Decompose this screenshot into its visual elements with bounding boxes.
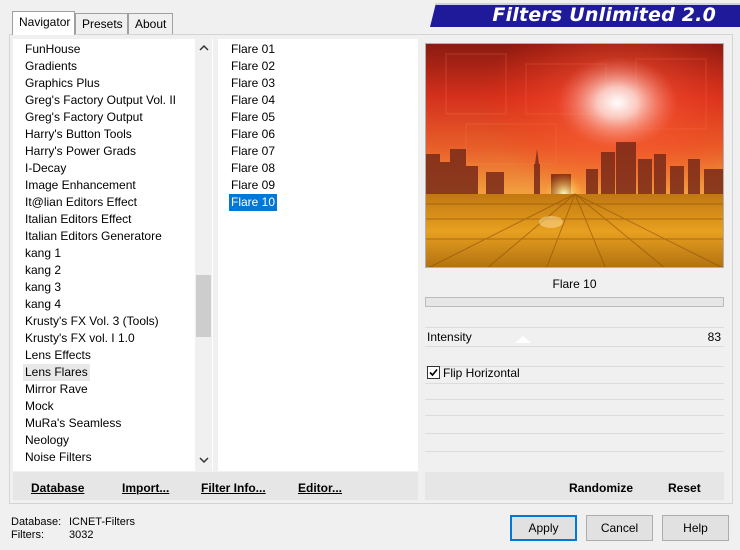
- reset-button[interactable]: Reset: [668, 481, 701, 495]
- category-item[interactable]: Greg's Factory Output: [23, 109, 145, 126]
- tab-presets[interactable]: Presets: [75, 13, 128, 34]
- filter-item[interactable]: Flare 08: [229, 160, 277, 177]
- filter-list[interactable]: Flare 01 Flare 02 Flare 03 Flare 04 Flare 05…: [218, 39, 418, 471]
- category-item[interactable]: Krusty's FX Vol. 3 (Tools): [23, 313, 161, 330]
- preview-image: [425, 43, 724, 268]
- category-item[interactable]: Lens Effects: [23, 347, 93, 364]
- row-divider: [425, 451, 724, 452]
- param-row-blank: [425, 308, 724, 328]
- category-item[interactable]: Italian Editors Effect: [23, 211, 134, 228]
- chevron-up-icon: [198, 44, 209, 51]
- flip-horizontal-checkbox[interactable]: [427, 366, 440, 379]
- category-item[interactable]: Harry's Power Grads: [23, 143, 138, 160]
- category-item[interactable]: I-Decay: [23, 160, 68, 177]
- category-item[interactable]: Noise Filters: [23, 449, 94, 466]
- category-item[interactable]: Neology: [23, 432, 71, 449]
- category-item[interactable]: Mock: [23, 398, 56, 415]
- category-item[interactable]: FunHouse: [23, 41, 82, 58]
- flip-horizontal-label[interactable]: Flip Horizontal: [443, 366, 520, 380]
- chevron-down-icon: [198, 457, 209, 464]
- filter-item[interactable]: Flare 06: [229, 126, 277, 143]
- filter-item[interactable]: Flare 02: [229, 58, 277, 75]
- scroll-up-button[interactable]: [195, 41, 212, 58]
- category-item[interactable]: Graphics Plus: [23, 75, 102, 92]
- tab-about[interactable]: About: [128, 13, 173, 34]
- category-item[interactable]: Italian Editors Generatore: [23, 228, 164, 245]
- filter-name-label: Flare 10: [425, 273, 724, 296]
- filter-item[interactable]: Flare 07: [229, 143, 277, 160]
- randomize-button[interactable]: Randomize: [569, 481, 633, 495]
- category-item[interactable]: Krusty's FX vol. I 1.0: [23, 330, 137, 347]
- intensity-row[interactable]: Intensity 83: [425, 327, 724, 347]
- category-item[interactable]: Mirror Rave: [23, 381, 90, 398]
- database-button[interactable]: Database: [31, 481, 84, 495]
- database-value: ICNET-Filters: [69, 516, 135, 528]
- category-item-partial[interactable]: [23, 466, 27, 471]
- filter-item[interactable]: Flare 10: [229, 194, 278, 211]
- param-row-blank: [425, 347, 724, 367]
- help-button[interactable]: Help: [662, 515, 729, 541]
- filter-item[interactable]: Flare 04: [229, 92, 277, 109]
- scroll-down-button[interactable]: [195, 453, 212, 470]
- category-item[interactable]: Harry's Button Tools: [23, 126, 134, 143]
- category-item[interactable]: Image Enhancement: [23, 177, 138, 194]
- import-button[interactable]: Import...: [122, 481, 169, 495]
- filter-item[interactable]: Flare 03: [229, 75, 277, 92]
- category-item[interactable]: kang 3: [23, 279, 63, 296]
- filter-item[interactable]: Flare 05: [229, 109, 277, 126]
- app-title: Filters Unlimited 2.0: [492, 4, 716, 26]
- tab-navigator[interactable]: Navigator: [12, 11, 75, 35]
- check-icon: [429, 368, 438, 377]
- category-item[interactable]: MuRa's Seamless: [23, 415, 123, 432]
- category-item[interactable]: kang 4: [23, 296, 63, 313]
- database-label: Database:: [11, 516, 62, 528]
- intensity-value: 83: [707, 330, 721, 344]
- category-list[interactable]: FunHouse Gradients Graphics Plus Greg's Fac…: [13, 39, 213, 471]
- scroll-thumb[interactable]: [196, 275, 211, 337]
- filter-info-button[interactable]: Filter Info...: [201, 481, 266, 495]
- row-divider: [425, 415, 724, 416]
- category-item[interactable]: Gradients: [23, 58, 79, 75]
- cancel-button[interactable]: Cancel: [586, 515, 653, 541]
- apply-button[interactable]: Apply: [510, 515, 577, 541]
- row-divider: [425, 383, 724, 384]
- category-item[interactable]: kang 2: [23, 262, 63, 279]
- filter-item[interactable]: Flare 01: [229, 41, 277, 58]
- row-divider: [425, 399, 724, 400]
- progress-track: [425, 297, 724, 307]
- filters-count-value: 3032: [69, 529, 94, 541]
- filter-item[interactable]: Flare 09: [229, 177, 277, 194]
- editor-button[interactable]: Editor...: [298, 481, 342, 495]
- row-divider: [425, 433, 724, 434]
- intensity-slider-handle[interactable]: [515, 336, 531, 343]
- category-item[interactable]: It@lian Editors Effect: [23, 194, 139, 211]
- intensity-label: Intensity: [427, 330, 472, 344]
- category-item[interactable]: Greg's Factory Output Vol. II: [23, 92, 178, 109]
- filters-count-label: Filters:: [11, 529, 44, 541]
- category-scrollbar[interactable]: [195, 39, 212, 471]
- category-item[interactable]: Lens Flares: [23, 364, 90, 381]
- category-item[interactable]: kang 1: [23, 245, 63, 262]
